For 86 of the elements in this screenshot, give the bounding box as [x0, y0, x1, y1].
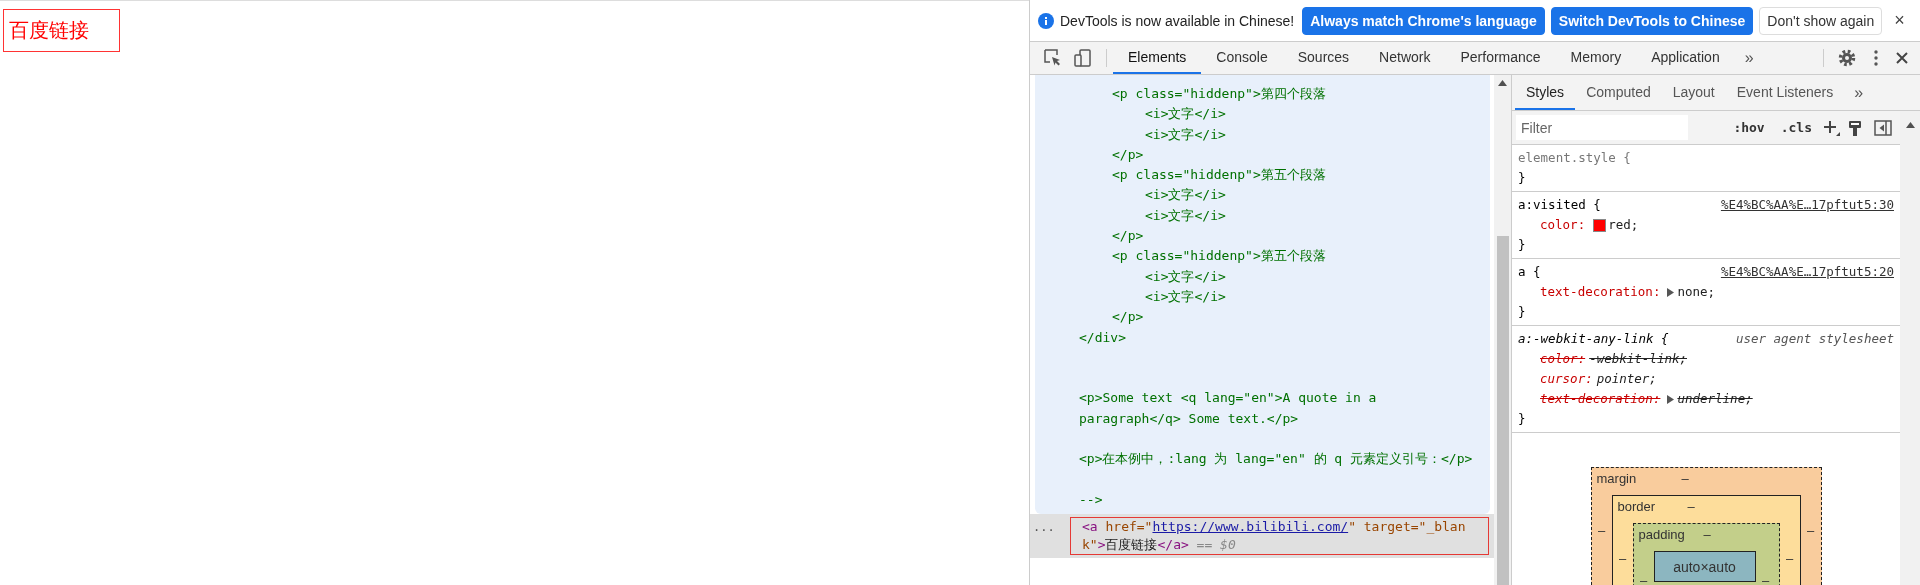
box-value: –	[1638, 572, 1649, 585]
css-selector: a:-webkit-any-link {	[1518, 330, 1669, 348]
css-property-value[interactable]: none;	[1677, 282, 1716, 302]
box-value: –	[1681, 471, 1689, 486]
panel-tab[interactable]: Performance	[1445, 42, 1556, 74]
css-brace: }	[1518, 303, 1526, 321]
css-selector: a {	[1518, 263, 1541, 281]
sidebar-toggle-icon[interactable]	[1874, 119, 1892, 136]
info-icon	[1038, 12, 1054, 29]
infobar-button[interactable]: Switch DevTools to Chinese	[1550, 6, 1754, 35]
expand-arrow-icon[interactable]	[1667, 394, 1675, 404]
panel-tab[interactable]: Network	[1364, 42, 1446, 74]
page-link[interactable]: 百度链接	[3, 9, 120, 52]
css-property-name[interactable]: color:	[1540, 215, 1586, 235]
content-box: auto×auto	[1653, 551, 1756, 582]
code-line: <i>文字</i>	[1145, 206, 1227, 225]
device-toolbar-icon[interactable]	[1074, 49, 1092, 67]
css-brace: }	[1518, 236, 1526, 254]
code-line: </p>	[1112, 145, 1145, 164]
css-selector: a:visited {	[1518, 196, 1601, 214]
panel-tab[interactable]: Memory	[1555, 42, 1637, 74]
color-swatch[interactable]	[1593, 218, 1607, 232]
css-property-value[interactable]: underline;	[1677, 389, 1753, 409]
settings-icon[interactable]	[1838, 49, 1856, 67]
code-line: <i>文字</i>	[1145, 125, 1227, 144]
css-property-name[interactable]: text-decoration:	[1540, 282, 1661, 302]
more-tabs-button[interactable]: »	[1844, 83, 1874, 102]
expand-arrow-icon[interactable]	[1667, 287, 1675, 297]
plus-icon[interactable]	[1824, 119, 1840, 136]
panel-tab[interactable]: Application	[1636, 42, 1735, 74]
css-brace: }	[1518, 169, 1526, 187]
close-icon[interactable]	[1896, 52, 1908, 64]
selected-element-row[interactable]: ... <a href="https://www.bilibili.com/" target="_blank">百度链接</a> == $0	[1030, 514, 1494, 559]
css-property-value[interactable]: red;	[1608, 215, 1639, 235]
code-line: <p class="hiddenp">第四个段落	[1112, 85, 1327, 103]
more-tabs-button[interactable]: »	[1734, 49, 1764, 67]
css-property-value[interactable]: pointer;	[1596, 369, 1657, 389]
scroll-up-icon[interactable]	[1905, 122, 1915, 128]
css-property-value[interactable]: -webkit-link;	[1589, 349, 1687, 369]
box-value: –	[1784, 550, 1795, 566]
close-button[interactable]: ×	[1894, 10, 1905, 31]
infobar-message: DevTools is now available in Chinese!	[1060, 12, 1295, 29]
sidebar-tab[interactable]: Event Listeners	[1725, 75, 1845, 110]
cls-toggle[interactable]: .cls	[1776, 120, 1816, 135]
stylesheet-origin: user agent stylesheet	[1735, 330, 1894, 348]
filter-field[interactable]: Filter	[1516, 115, 1688, 140]
code-line: <i>文字</i>	[1145, 186, 1227, 205]
scrollbar-thumb[interactable]	[1496, 236, 1509, 585]
code-line: <p class="hiddenp">第五个段落	[1112, 247, 1327, 266]
source-link[interactable]: %E4%BC%AA%E…17pftut5:20	[1720, 262, 1894, 282]
infobar-button[interactable]: Always match Chrome's language	[1302, 6, 1545, 35]
code-line: <i>文字</i>	[1145, 105, 1227, 124]
code-line: <i>文字</i>	[1145, 267, 1227, 286]
css-selector: element.style {	[1518, 149, 1631, 167]
css-property-name[interactable]: cursor:	[1540, 369, 1593, 389]
sidebar-tab[interactable]: Computed	[1575, 75, 1662, 110]
panel-tab[interactable]: Sources	[1282, 42, 1365, 74]
code-line: <p>Some text <q lang="en">A quote in a paragraph</q> Some text.</p>	[1079, 389, 1378, 428]
more-options-icon[interactable]	[1874, 50, 1878, 66]
inspect-icon[interactable]	[1044, 49, 1062, 67]
hov-toggle[interactable]: :hov	[1729, 120, 1769, 135]
box-value: –	[1703, 527, 1711, 542]
code-line: <i>文字</i>	[1145, 287, 1227, 306]
box-label: margin	[1595, 471, 1638, 486]
code-line: </div>	[1079, 328, 1127, 347]
box-value: –	[1805, 522, 1816, 538]
code-line: </p>	[1112, 227, 1145, 246]
box-label: border	[1616, 499, 1657, 514]
panel-tab[interactable]: Console	[1201, 42, 1283, 74]
css-property-name[interactable]: text-decoration:	[1540, 389, 1661, 409]
code-line: -->	[1079, 490, 1104, 509]
css-property-name[interactable]: color:	[1540, 349, 1586, 369]
css-brace: }	[1518, 410, 1526, 428]
infobar-button[interactable]: Don't show again	[1759, 6, 1883, 35]
scroll-up-icon[interactable]	[1498, 80, 1507, 86]
code-line: </p>	[1112, 308, 1145, 327]
box-value: –	[1687, 499, 1695, 514]
box-label: padding	[1637, 527, 1686, 542]
source-link[interactable]: %E4%BC%AA%E…17pftut5:30	[1720, 195, 1894, 215]
code-line: <p class="hiddenp">第五个段落	[1112, 166, 1327, 185]
sidebar-tab[interactable]: Layout	[1661, 75, 1726, 110]
box-value: –	[1760, 572, 1771, 585]
box-value: –	[1617, 550, 1628, 566]
code-line: <p>在本例中，:lang 为 lang="en" 的 q 元素定义引号：</p>	[1079, 450, 1474, 469]
brush-icon[interactable]	[1848, 119, 1862, 136]
box-value: –	[1596, 522, 1607, 538]
